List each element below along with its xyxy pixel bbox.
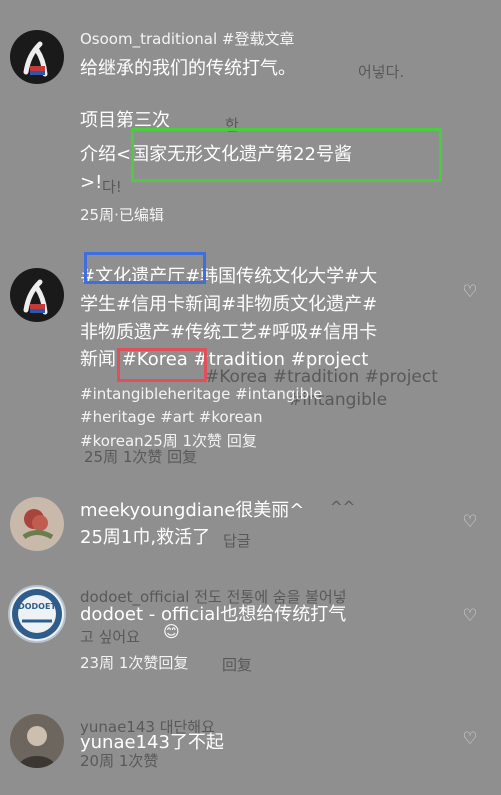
avatar[interactable] bbox=[10, 714, 64, 768]
person-photo-icon bbox=[18, 726, 56, 768]
heart-outline-icon[interactable]: ♡ bbox=[461, 730, 479, 748]
comment-text-line[interactable]: yunae143了不起 bbox=[80, 732, 224, 754]
comment-5: ♡ yunae143 대단해요 20周 1次赞 yunae143了不起 bbox=[0, 0, 501, 795]
